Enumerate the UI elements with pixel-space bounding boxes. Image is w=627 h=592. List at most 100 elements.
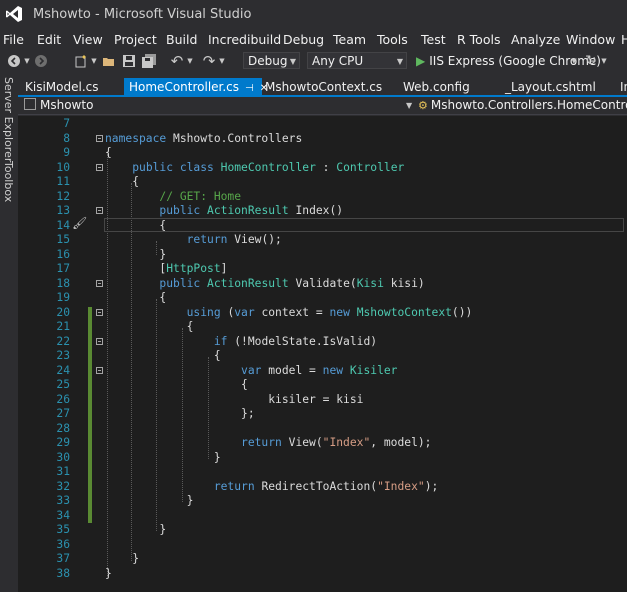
collapse-icon[interactable] [96, 337, 103, 345]
menu-team[interactable]: Team [333, 32, 366, 47]
menu-r-tools[interactable]: R Tools [457, 32, 500, 47]
code-line[interactable]: 9{ [18, 146, 627, 161]
code-line[interactable]: 37 } [18, 552, 627, 567]
code-line[interactable]: 14 { [18, 219, 627, 234]
code-line[interactable]: 22 if (!ModelState.IsValid) [18, 335, 627, 350]
code-line[interactable]: 17 [HttpPost] [18, 262, 627, 277]
code-line[interactable]: 24 var model = new Kisiler [18, 364, 627, 379]
code-line[interactable]: 30 } [18, 451, 627, 466]
code-line[interactable]: 32 return RedirectToAction("Index"); [18, 480, 627, 495]
code-line[interactable]: 21 { [18, 320, 627, 335]
code-token: (!ModelState.IsValid) [227, 334, 378, 348]
collapse-icon[interactable] [96, 207, 103, 214]
pin-icon[interactable]: ⊣ [245, 83, 254, 94]
line-number: 30 [56, 450, 70, 464]
code-line[interactable]: 16 } [18, 248, 627, 263]
menu-tools[interactable]: Tools [377, 32, 408, 47]
menu-file[interactable]: File [3, 32, 24, 47]
collapse-icon[interactable] [96, 134, 103, 142]
back-dropdown-icon[interactable]: ▼ [23, 52, 31, 70]
code-line[interactable]: 12 // GET: Home [18, 190, 627, 205]
code-line[interactable]: 28 [18, 422, 627, 437]
server-explorer-tab[interactable]: Server Explorer [2, 77, 15, 162]
save-all-icon[interactable] [140, 52, 158, 70]
collapse-icon[interactable] [96, 279, 103, 287]
menu-project[interactable]: Project [114, 32, 157, 47]
code-line[interactable]: 20 using (var context = new MshowtoConte… [18, 306, 627, 321]
tab-homecontroller[interactable]: HomeController.cs ⊣ ✕ [124, 78, 268, 96]
menu-window[interactable]: Window [566, 32, 615, 47]
redo-icon[interactable]: ↷ [200, 52, 218, 70]
code-line[interactable]: 34 [18, 509, 627, 524]
toolbox-tab[interactable]: Toolbox [2, 161, 15, 202]
new-dropdown-icon[interactable]: ▼ [90, 52, 98, 70]
code-line[interactable]: 15 return View(); [18, 233, 627, 248]
tab-web-config[interactable]: Web.config [398, 78, 493, 96]
code-line[interactable]: 10 public class HomeController : Control… [18, 161, 627, 176]
undo-dropdown-icon[interactable]: ▼ [186, 52, 194, 70]
forward-icon[interactable] [32, 52, 50, 70]
line-number: 12 [56, 189, 70, 203]
menu-help[interactable]: H [621, 32, 627, 47]
configuration-select[interactable]: Debug ▼ [243, 52, 300, 69]
project-dropdown[interactable]: Mshowto ▼ [20, 97, 415, 114]
code-line[interactable]: 11 { [18, 175, 627, 190]
code-line[interactable]: 31 [18, 465, 627, 480]
type-token: Kisi [356, 276, 384, 290]
open-icon[interactable] [100, 52, 118, 70]
refresh-dropdown-icon[interactable]: ▼ [600, 52, 608, 70]
platform-select[interactable]: Any CPU ▼ [307, 52, 407, 69]
menu-incredibuild[interactable]: Incredibuild [208, 32, 281, 47]
undo-icon[interactable]: ↶ [168, 52, 186, 70]
code-line[interactable]: 33 } [18, 494, 627, 509]
new-project-icon[interactable] [72, 52, 90, 70]
chevron-down-icon: ▼ [396, 57, 403, 66]
tab-mshowtocontext[interactable]: MshowtoContext.cs [260, 78, 400, 96]
collapse-icon[interactable] [96, 366, 103, 374]
code-line[interactable]: 36 [18, 538, 627, 553]
code-line[interactable]: 7 [18, 117, 627, 132]
back-icon[interactable] [5, 52, 23, 70]
collapse-icon[interactable] [96, 308, 103, 316]
code-line[interactable]: 23 { [18, 349, 627, 364]
line-number: 16 [56, 247, 70, 261]
code-line[interactable]: 38} [18, 567, 627, 582]
tab-layout-cshtml[interactable]: _Layout.cshtml [500, 78, 600, 96]
document-tab-bar: KisiModel.cs HomeController.cs ⊣ ✕ Mshowto… [18, 78, 627, 96]
refresh-icon[interactable]: ↻ [582, 52, 600, 70]
menu-view[interactable]: View [73, 32, 103, 47]
code-line[interactable]: 25 { [18, 378, 627, 393]
menu-debug[interactable]: Debug [283, 32, 324, 47]
line-number: 20 [56, 305, 70, 319]
collapse-icon[interactable] [96, 163, 103, 171]
menu-edit[interactable]: Edit [37, 32, 61, 47]
menu-test[interactable]: Test [421, 32, 446, 47]
code-text: } [105, 567, 112, 582]
chevron-down-icon: ▼ [289, 57, 296, 66]
line-number: 36 [56, 537, 70, 551]
tab-kisimodel[interactable]: KisiModel.cs [20, 78, 120, 96]
code-text: { [105, 175, 139, 190]
member-dropdown[interactable]: ⚙Mshowto.Controllers.HomeController [418, 97, 627, 114]
code-line[interactable]: 19 { [18, 291, 627, 306]
menu-build[interactable]: Build [166, 32, 197, 47]
code-line[interactable]: 8 namespace Mshowto.Controllers [18, 132, 627, 147]
menu-analyze[interactable]: Analyze [511, 32, 560, 47]
standard-toolbar: ▼ ▼ ↶ ▼ ↷ ▼ Debug ▼ Any CPU ▼ ▶ IIS Expre… [0, 50, 627, 73]
tab-label: HomeController.cs [129, 80, 240, 94]
code-line[interactable]: 13 public ActionResult Index() [18, 204, 627, 219]
save-icon[interactable] [120, 52, 138, 70]
code-line[interactable]: 26 kisiler = kisi [18, 393, 627, 408]
code-line[interactable]: 27 }; [18, 407, 627, 422]
code-line[interactable]: 18 public ActionResult Validate(Kisi kis… [18, 277, 627, 292]
redo-dropdown-icon[interactable]: ▼ [218, 52, 226, 70]
run-dropdown-icon[interactable]: ▼ [570, 52, 578, 70]
code-line[interactable]: 29 return View("Index", model); [18, 436, 627, 451]
tab-overflow[interactable]: In [615, 78, 627, 96]
code-editor[interactable]: 🖌 7 8 namespace Mshowto.Controllers 9{10 pu… [18, 116, 627, 592]
code-line[interactable]: 35 } [18, 523, 627, 538]
